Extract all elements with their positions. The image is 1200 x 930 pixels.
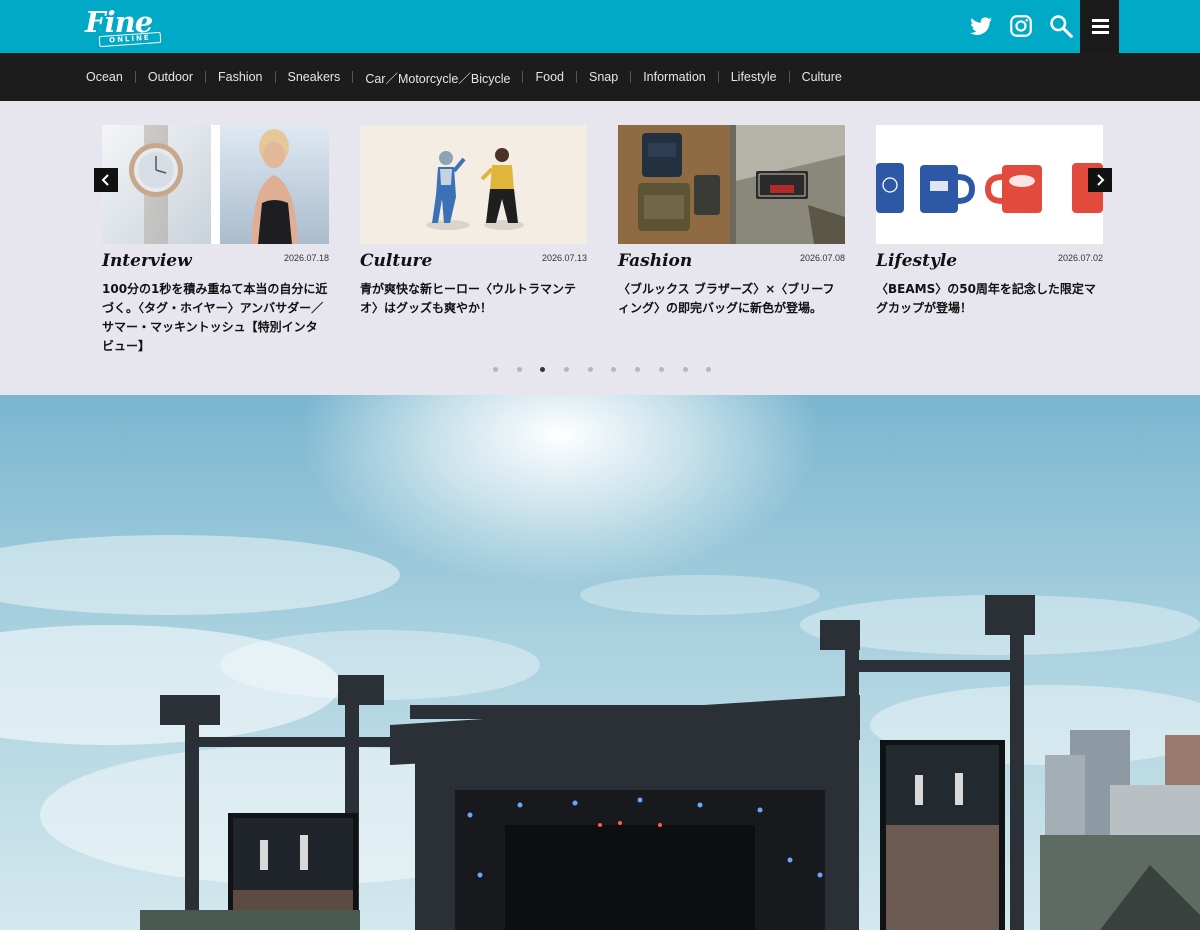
article-category: Fashion: [618, 251, 693, 271]
chevron-left-icon: [101, 174, 109, 186]
nav-item-lifestyle[interactable]: Lifestyle: [731, 70, 802, 84]
carousel-prev-button[interactable]: [94, 168, 118, 192]
article-date: 2026.07.02: [1057, 253, 1103, 263]
article-title[interactable]: 100分の1秒を積み重ねて本当の自分に近づく。〈タグ・ホイヤー〉アンバサダー／サ…: [102, 280, 329, 356]
article-title[interactable]: 〈BEAMS〉の50周年を記念した限定マグカップが登場！: [876, 280, 1103, 318]
article-card[interactable]: Interview 2026.07.18 100分の1秒を積み重ねて本当の自分に…: [102, 125, 329, 353]
nav-item-snap[interactable]: Snap: [589, 70, 643, 84]
article-card[interactable]: Lifestyle 2026.07.02 〈BEAMS〉の50周年を記念した限定…: [876, 125, 1103, 315]
pagination-dot[interactable]: [516, 367, 522, 372]
article-date: 2026.07.08: [799, 253, 845, 263]
pagination-dot[interactable]: [493, 367, 498, 372]
twitter-icon[interactable]: [968, 13, 994, 39]
article-date: 2026.07.18: [283, 253, 329, 263]
nav-divider: [575, 71, 577, 83]
menu-icon: [1092, 19, 1109, 22]
nav-divider: [134, 71, 136, 83]
nav-divider: [352, 71, 354, 83]
featured-carousel: Interview 2026.07.18 100分の1秒を積み重ねて本当の自分に…: [0, 101, 1200, 395]
nav-item-food[interactable]: Food: [535, 70, 589, 84]
nav-item-information[interactable]: Information: [643, 70, 731, 84]
article-thumbnail[interactable]: [618, 125, 845, 244]
nav-item-outdoor[interactable]: Outdoor: [148, 70, 218, 84]
article-title[interactable]: 青が爽快な新ヒーロー〈ウルトラマンテオ〉はグッズも爽やか！: [360, 280, 587, 318]
menu-button[interactable]: [1080, 0, 1119, 53]
pagination-dot[interactable]: [635, 367, 641, 372]
chevron-right-icon: [1097, 174, 1105, 186]
pagination-dot[interactable]: [611, 367, 617, 372]
article-category: Lifestyle: [876, 251, 958, 271]
nav-divider: [205, 71, 207, 83]
article-card[interactable]: Fashion 2026.07.08 〈ブルックス ブラザーズ〉×〈ブリーフィン…: [618, 125, 845, 315]
carousel-next-button[interactable]: [1088, 168, 1112, 192]
article-category: Interview: [102, 251, 192, 271]
search-icon[interactable]: [1048, 13, 1074, 39]
category-nav: Ocean Outdoor Fashion Sneakers Car／Motor…: [0, 53, 1200, 101]
carousel-pagination: [493, 367, 730, 373]
nav-divider: [522, 71, 524, 83]
nav-item-car-motorcycle-bicycle[interactable]: Car／Motorcycle／Bicycle: [365, 68, 535, 87]
nav-divider: [274, 71, 276, 83]
nav-item-ocean[interactable]: Ocean: [86, 70, 148, 84]
nav-item-culture[interactable]: Culture: [802, 70, 842, 84]
article-card[interactable]: Culture 2026.07.13 青が爽快な新ヒーロー〈ウルトラマンテオ〉は…: [360, 125, 587, 315]
article-date: 2026.07.13: [541, 253, 587, 263]
article-thumbnail[interactable]: [876, 125, 1103, 244]
pagination-dot[interactable]: [587, 367, 593, 372]
instagram-icon[interactable]: [1008, 13, 1034, 39]
nav-divider: [717, 71, 719, 83]
site-header: Fine ONLINE: [0, 0, 1200, 53]
article-title[interactable]: 〈ブルックス ブラザーズ〉×〈ブリーフィング〉の即完バッグに新色が登場。: [618, 280, 845, 318]
nav-item-sneakers[interactable]: Sneakers: [288, 70, 366, 84]
pagination-dot[interactable]: [706, 367, 712, 372]
hero-image[interactable]: [0, 395, 1200, 930]
pagination-dot-active[interactable]: [540, 367, 546, 372]
nav-divider: [788, 71, 790, 83]
nav-divider: [630, 71, 632, 83]
nav-item-fashion[interactable]: Fashion: [218, 70, 287, 84]
article-thumbnail[interactable]: [102, 125, 329, 244]
pagination-dot[interactable]: [682, 367, 688, 372]
article-thumbnail[interactable]: [360, 125, 587, 244]
pagination-dot[interactable]: [658, 367, 664, 372]
pagination-dot[interactable]: [564, 367, 570, 372]
article-category: Culture: [360, 251, 433, 271]
site-logo[interactable]: Fine ONLINE: [85, 5, 165, 48]
